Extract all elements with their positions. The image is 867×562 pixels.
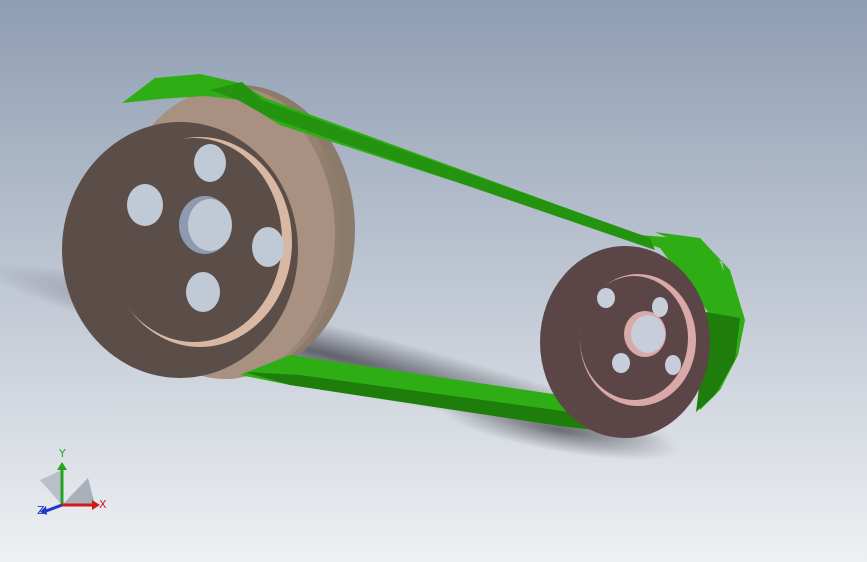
small-pulley-hole — [612, 353, 630, 373]
model-view[interactable]: Y X Z — [0, 0, 867, 562]
z-axis-label: Z — [37, 504, 45, 517]
large-pulley-face[interactable] — [62, 122, 298, 378]
small-pulley[interactable] — [540, 246, 710, 438]
small-pulley-hole — [665, 355, 681, 375]
small-pulley-hole — [652, 297, 668, 317]
large-pulley-hole — [252, 227, 284, 267]
x-axis-label: X — [99, 498, 107, 511]
small-pulley-hole — [597, 288, 615, 308]
large-pulley-hole — [127, 184, 163, 226]
large-pulley-hole — [186, 272, 220, 312]
large-pulley-hole — [194, 144, 226, 182]
graphics-viewport[interactable]: Y X Z — [0, 0, 867, 562]
y-axis-label: Y — [58, 447, 66, 460]
